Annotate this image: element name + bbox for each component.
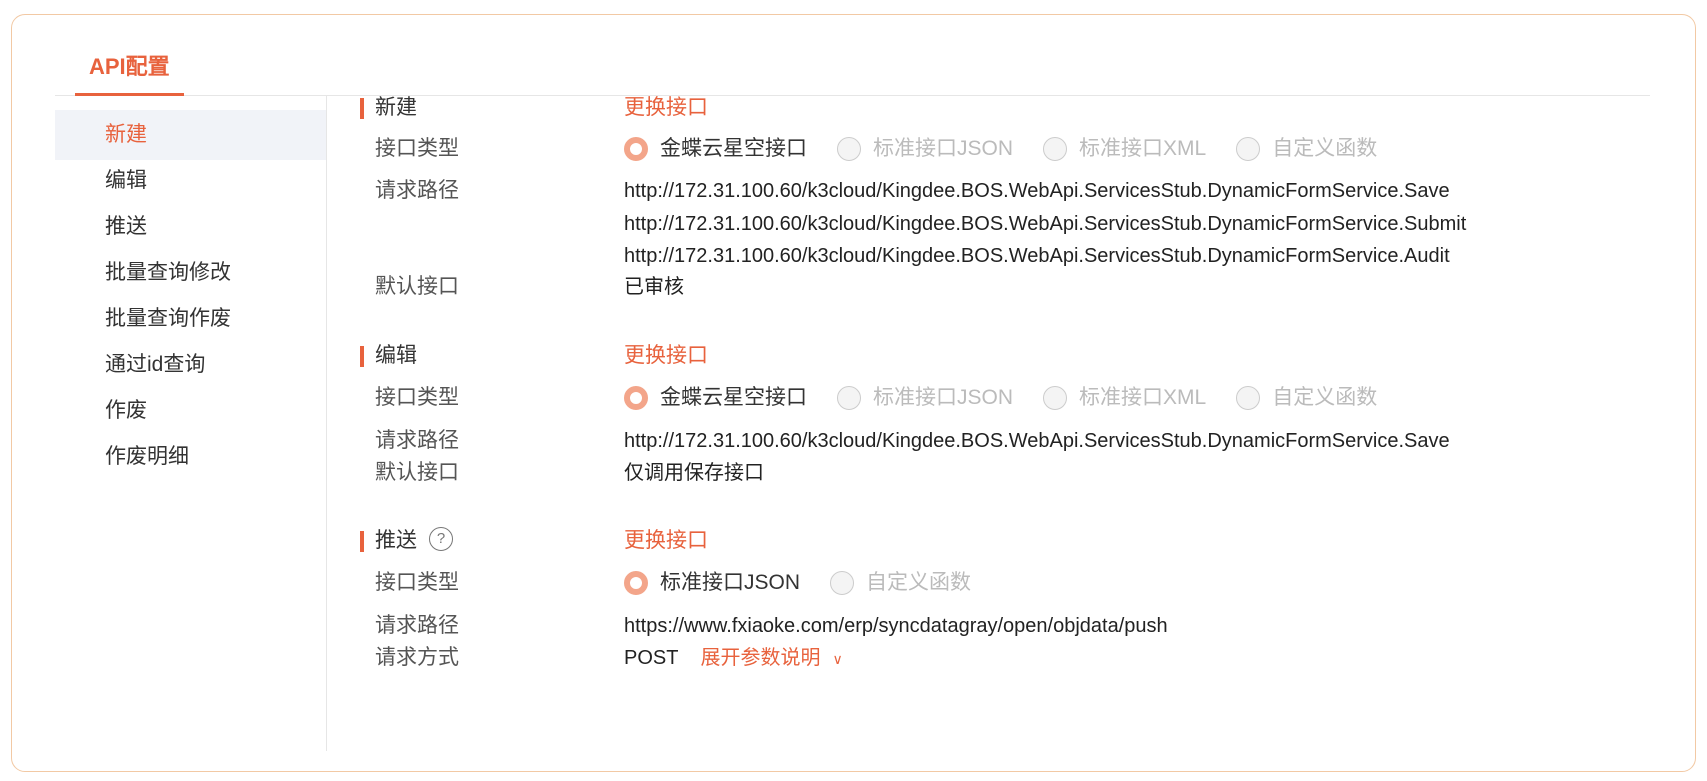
request-path-value: http://172.31.100.60/k3cloud/Kingdee.BOS… [624,245,1450,267]
sidebar-item-edit[interactable]: 编辑 [55,156,326,206]
interface-type-radio-group-edit: 金蝶云星空接口 标准接口JSON 标准接口XML 自定义函数 [624,381,1407,415]
request-path-row-create-2: http://172.31.100.60/k3cloud/Kingdee.BOS… [328,207,1658,241]
request-method-value: POST 展开参数说明 ∨ [624,641,843,676]
interface-type-label: 接口类型 [375,571,459,594]
default-interface-label: 默认接口 [375,461,459,484]
interface-type-row-push: 接口类型 标准接口JSON 自定义函数 [328,566,1658,600]
sidebar-item-create[interactable]: 新建 [55,110,326,160]
radio-kingdee-create[interactable]: 金蝶云星空接口 [624,132,807,166]
radio-standard-xml-edit[interactable]: 标准接口XML [1043,381,1206,415]
radio-custom-function-push[interactable]: 自定义函数 [830,566,971,600]
sidebar-item-query-by-id[interactable]: 通过id查询 [55,340,326,390]
radio-standard-json-edit[interactable]: 标准接口JSON [837,381,1013,415]
section-title-create: 新建 [360,91,417,125]
radio-unchecked-icon [837,137,861,161]
radio-checked-icon [624,386,648,410]
radio-unchecked-icon [830,571,855,595]
sidebar-item-batch-query-modify[interactable]: 批量查询修改 [55,248,326,298]
interface-type-radio-group-create: 金蝶云星空接口 标准接口JSON 标准接口XML 自定义函数 [624,132,1407,166]
sidebar-item-void-detail[interactable]: 作废明细 [55,432,326,482]
radio-standard-json-push[interactable]: 标准接口JSON [624,566,800,600]
main-content: 新建 更换接口 接口类型 金蝶云星空接口 标准接口JSON 标准接口XML 自定… [328,96,1668,756]
request-path-value: http://172.31.100.60/k3cloud/Kingdee.BOS… [624,180,1450,202]
radio-unchecked-icon [1236,137,1261,161]
default-interface-value: 仅调用保存接口 [624,462,764,484]
default-interface-value: 已审核 [624,276,684,298]
interface-type-row-edit: 接口类型 金蝶云星空接口 标准接口JSON 标准接口XML 自定义函数 [328,381,1658,415]
radio-custom-function-create[interactable]: 自定义函数 [1236,132,1377,166]
sidebar-item-void[interactable]: 作废 [55,386,326,436]
radio-unchecked-icon [1043,386,1068,410]
chevron-down-icon: ∨ [832,651,843,667]
tab-bar: API配置 [55,40,1650,96]
help-icon[interactable]: ? [429,527,453,552]
tab-api-config[interactable]: API配置 [75,50,184,96]
radio-unchecked-icon [1043,137,1068,161]
radio-custom-function-edit[interactable]: 自定义函数 [1236,381,1377,415]
request-path-value: https://www.fxiaoke.com/erp/syncdatagray… [624,615,1168,637]
section-title-push: 推送? [360,524,453,558]
request-path-row-push: 请求路径 https://www.fxiaoke.com/erp/syncdat… [328,609,1658,643]
radio-unchecked-icon [837,386,861,410]
interface-type-radio-group-push: 标准接口JSON 自定义函数 [624,566,1001,600]
sidebar: 新建 编辑 推送 批量查询修改 批量查询作废 通过id查询 作废 作废明细 [55,96,327,751]
sidebar-item-push[interactable]: 推送 [55,202,326,252]
change-interface-link-push[interactable]: 更换接口 [624,524,708,558]
default-interface-label: 默认接口 [375,275,459,298]
request-path-value: http://172.31.100.60/k3cloud/Kingdee.BOS… [624,213,1467,235]
request-method-row-push: 请求方式 POST 展开参数说明 ∨ [328,641,1658,675]
interface-type-row-create: 接口类型 金蝶云星空接口 标准接口JSON 标准接口XML 自定义函数 [328,132,1658,166]
change-interface-link-create[interactable]: 更换接口 [624,91,708,125]
sidebar-item-batch-query-void[interactable]: 批量查询作废 [55,294,326,344]
section-header-edit: 编辑 更换接口 [328,339,1658,373]
section-header-create: 新建 更换接口 [328,91,1658,125]
request-method-label: 请求方式 [375,646,459,669]
radio-unchecked-icon [1236,386,1261,410]
request-path-label: 请求路径 [375,179,459,202]
default-interface-row-edit: 默认接口 仅调用保存接口 [328,456,1658,490]
request-path-row-create: 请求路径 http://172.31.100.60/k3cloud/Kingde… [328,174,1658,208]
radio-checked-icon [624,137,648,161]
default-interface-row-create: 默认接口 已审核 [328,270,1658,304]
radio-kingdee-edit[interactable]: 金蝶云星空接口 [624,381,807,415]
interface-type-label: 接口类型 [375,386,459,409]
request-path-row-edit: 请求路径 http://172.31.100.60/k3cloud/Kingde… [328,424,1658,458]
radio-checked-icon [624,571,648,595]
request-path-label: 请求路径 [375,614,459,637]
section-title-edit: 编辑 [360,339,417,373]
section-header-push: 推送? 更换接口 [328,524,1658,558]
request-path-value: http://172.31.100.60/k3cloud/Kingdee.BOS… [624,430,1450,452]
radio-standard-xml-create[interactable]: 标准接口XML [1043,132,1206,166]
change-interface-link-edit[interactable]: 更换接口 [624,339,708,373]
interface-type-label: 接口类型 [375,137,459,160]
request-path-label: 请求路径 [375,429,459,452]
expand-params-link[interactable]: 展开参数说明 ∨ [700,647,842,669]
request-path-row-create-3: http://172.31.100.60/k3cloud/Kingdee.BOS… [328,239,1658,273]
radio-standard-json-create[interactable]: 标准接口JSON [837,132,1013,166]
